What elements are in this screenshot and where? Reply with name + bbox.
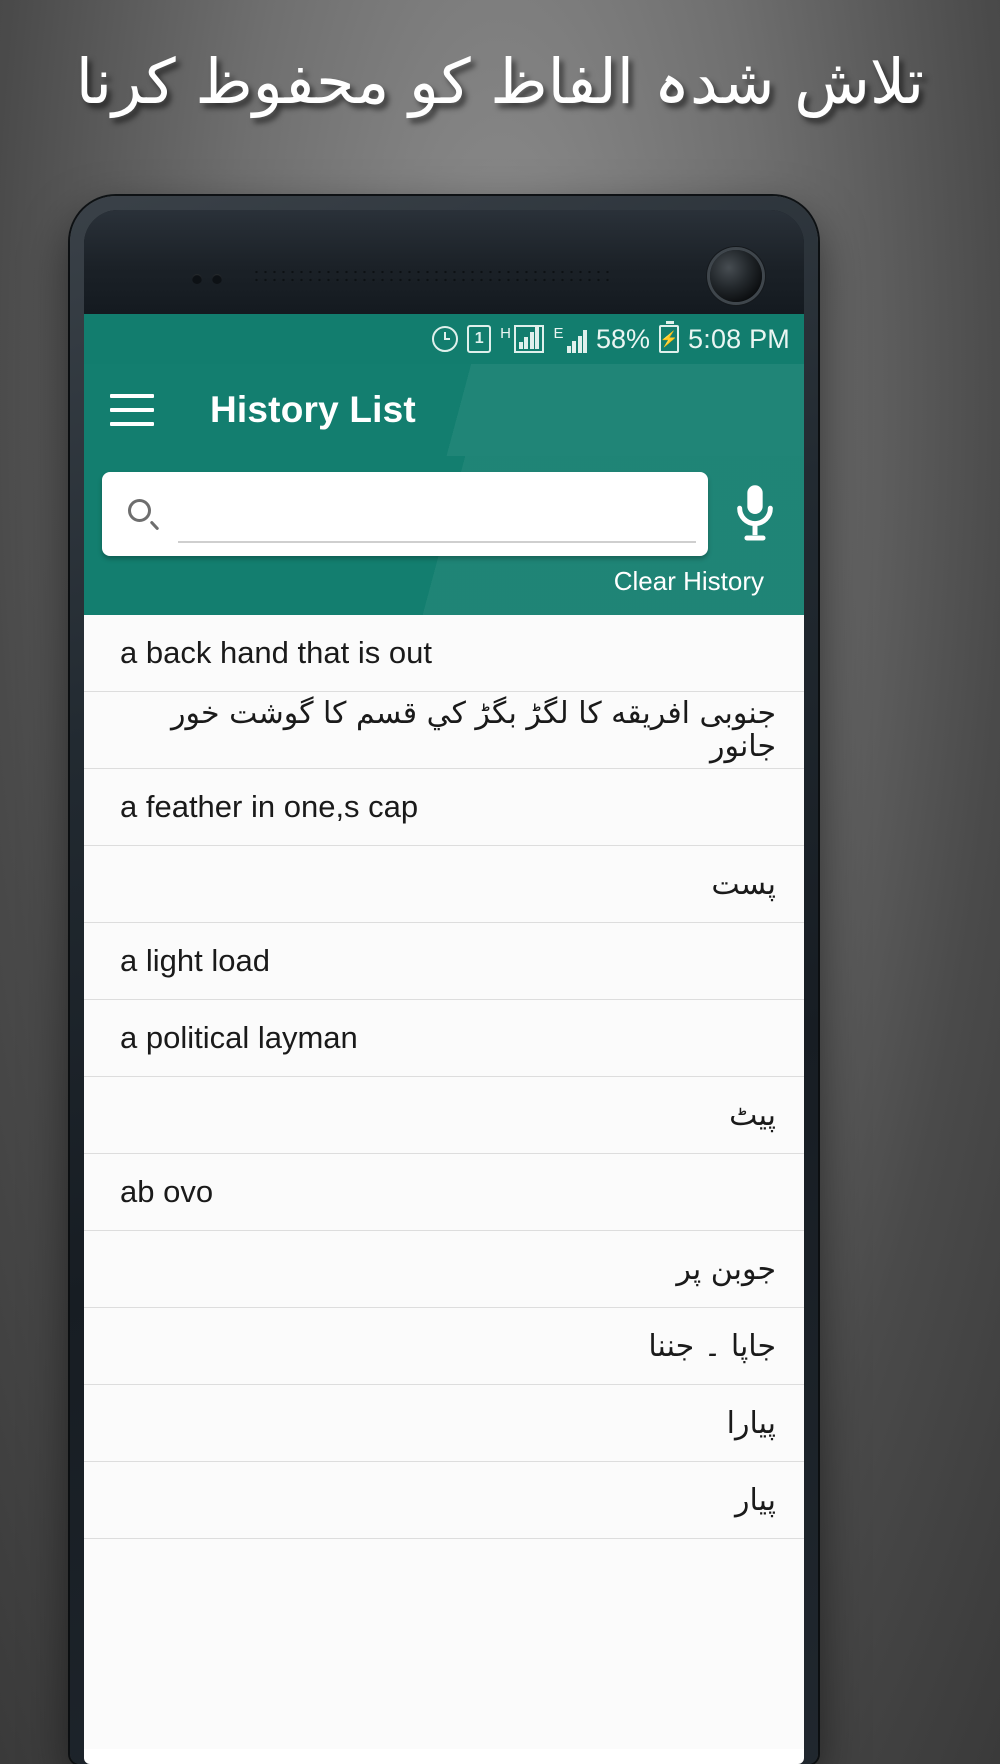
list-item[interactable]: a back hand that is out bbox=[84, 615, 804, 692]
page-title: History List bbox=[210, 389, 416, 430]
list-item-label: ab ovo bbox=[120, 1173, 214, 1209]
battery-charging-icon: ⚡ bbox=[659, 321, 680, 353]
phone-top-bezel bbox=[84, 210, 804, 314]
sim-card-icon: 1 bbox=[467, 325, 492, 353]
status-bar: 1 H E 58% ⚡ 5:08 PM bbox=[84, 314, 804, 364]
list-item[interactable]: پیار bbox=[84, 1462, 804, 1539]
hamburger-menu-icon[interactable] bbox=[110, 394, 154, 426]
network-e-indicator: E bbox=[553, 326, 587, 353]
search-row bbox=[102, 472, 786, 556]
network-e-label: E bbox=[553, 324, 564, 342]
microphone-icon[interactable] bbox=[724, 472, 786, 556]
app-screen: 1 H E 58% ⚡ 5:08 PM History List Clear H… bbox=[84, 314, 804, 1764]
list-item[interactable]: a political layman bbox=[84, 1000, 804, 1077]
list-item-label: پست bbox=[711, 866, 776, 902]
list-item-label: a feather in one,s cap bbox=[120, 788, 419, 824]
list-item[interactable]: جوبن پر bbox=[84, 1231, 804, 1308]
battery-percent-label: 58% bbox=[596, 323, 651, 354]
list-item-label: a back hand that is out bbox=[120, 634, 432, 670]
list-item[interactable]: پست bbox=[84, 846, 804, 923]
proximity-sensor-icon bbox=[192, 274, 202, 284]
list-item-label: پیٹ bbox=[729, 1097, 776, 1133]
network-h-indicator: H bbox=[500, 325, 545, 353]
list-item[interactable]: پیارا bbox=[84, 1385, 804, 1462]
earpiece-speaker-grill bbox=[252, 268, 612, 285]
list-item-label: جاپا ۔ جننا bbox=[648, 1328, 776, 1364]
signal-bars-icon-1 bbox=[513, 325, 545, 353]
light-sensor-icon bbox=[212, 274, 222, 284]
signal-bars-icon-2 bbox=[566, 329, 587, 353]
list-item-label: جنوبی افریقه کا لگڑ بگڑ کي قسم کا گوشت خ… bbox=[171, 696, 776, 764]
list-item-label: a light load bbox=[120, 942, 270, 978]
alarm-clock-icon bbox=[432, 326, 459, 352]
phone-device-frame: 1 H E 58% ⚡ 5:08 PM History List Clear H… bbox=[70, 196, 818, 1764]
list-item-label: a political layman bbox=[120, 1019, 358, 1055]
list-item-label: جوبن پر bbox=[676, 1251, 776, 1287]
clock-label: 5:08 PM bbox=[688, 323, 790, 354]
search-box[interactable] bbox=[102, 472, 708, 556]
list-item[interactable]: پیٹ bbox=[84, 1077, 804, 1154]
phone-screen-bezel: 1 H E 58% ⚡ 5:08 PM History List Clear H… bbox=[84, 210, 804, 1764]
front-camera-icon bbox=[710, 250, 762, 302]
list-item[interactable]: جاپا ۔ جننا bbox=[84, 1308, 804, 1385]
app-bar: History List bbox=[84, 364, 804, 456]
search-section: Clear History bbox=[84, 456, 804, 615]
history-list[interactable]: a back hand that is out جنوبی افریقه کا ل… bbox=[84, 615, 804, 1749]
network-h-label: H bbox=[500, 325, 511, 342]
promo-headline: تلاش شدہ الفاظ کو محفوظ کرنا bbox=[75, 45, 925, 118]
list-item[interactable]: a feather in one,s cap bbox=[84, 769, 804, 846]
list-item[interactable]: ab ovo bbox=[84, 1154, 804, 1231]
search-icon bbox=[128, 499, 160, 531]
clear-history-row: Clear History bbox=[102, 556, 786, 609]
clear-history-button[interactable]: Clear History bbox=[614, 566, 764, 597]
list-item-label: پیارا bbox=[726, 1405, 776, 1441]
list-item[interactable]: a light load bbox=[84, 923, 804, 1000]
list-item-label: پیار bbox=[734, 1482, 776, 1518]
list-item[interactable]: جنوبی افریقه کا لگڑ بگڑ کي قسم کا گوشت خ… bbox=[84, 692, 804, 769]
search-input[interactable] bbox=[180, 497, 694, 531]
